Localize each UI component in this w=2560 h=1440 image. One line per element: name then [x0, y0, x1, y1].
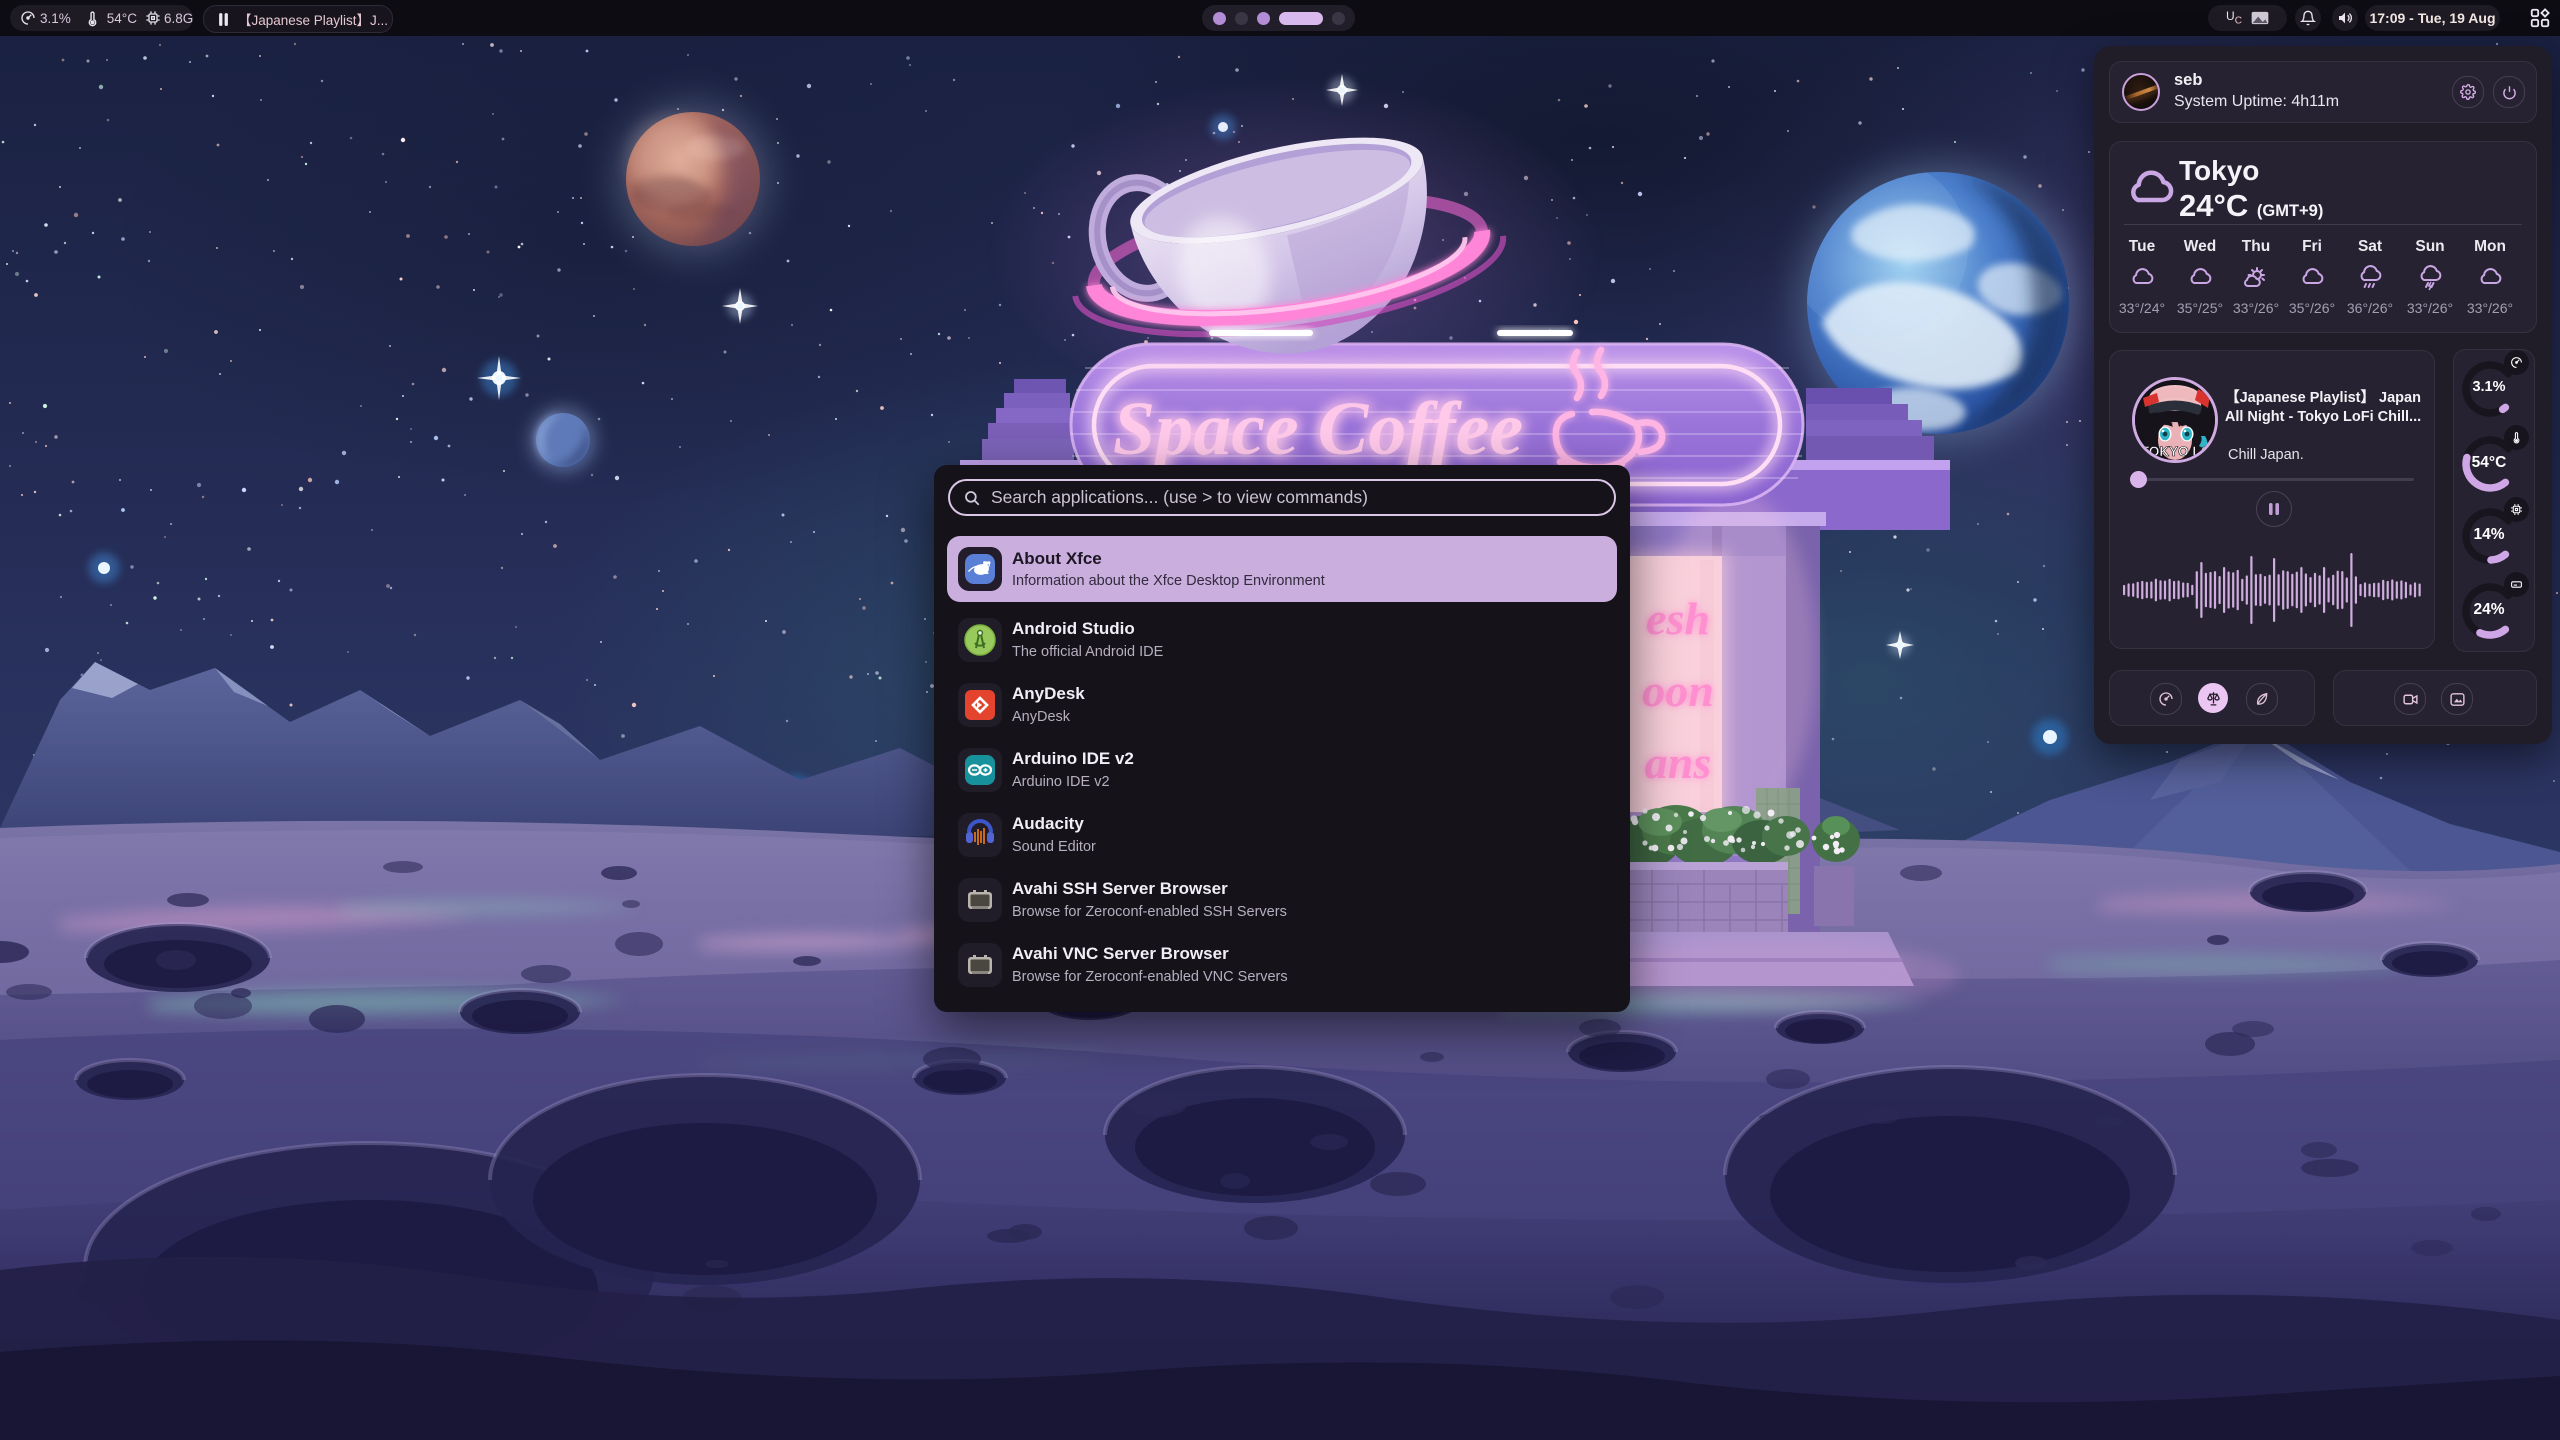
svg-text:TOKYO LO: TOKYO LO: [2141, 444, 2211, 459]
svg-text:esh: esh: [1646, 593, 1710, 644]
svg-text:oon: oon: [1642, 665, 1714, 716]
svg-text:ans: ans: [1645, 737, 1711, 788]
